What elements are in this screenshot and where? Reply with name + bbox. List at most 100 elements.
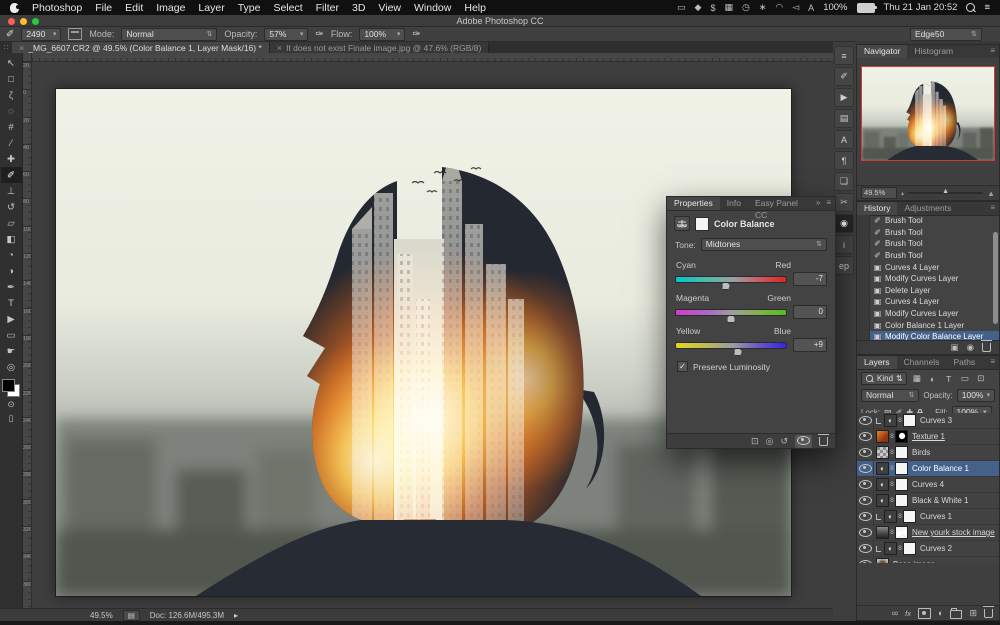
paragraph-panel-button[interactable]: ¶ [834,151,854,170]
layer-visibility-toggle[interactable] [857,493,874,508]
lasso-tool[interactable]: ζ [1,87,22,103]
slider-track[interactable] [675,276,787,283]
menubar-item[interactable]: View [378,2,401,14]
slider-track[interactable] [675,309,787,316]
wifi-icon[interactable]: ◠ [775,2,783,13]
status-tool-icon[interactable]: ▤ [123,610,140,621]
history-source-well[interactable] [857,215,870,227]
notification-center-icon[interactable]: ≡ [984,2,990,13]
layer-row[interactable]: 8 Curves 3 [857,413,999,429]
vertical-ruler[interactable]: 2002040608010012014016018020022024026028… [23,62,32,608]
layer-filter-select[interactable]: Kind ⇅ [861,372,907,385]
view-previous-state-icon[interactable]: ◎ [766,436,774,447]
layer-row[interactable]: 8 Texture 1 [857,429,999,445]
type-tool[interactable]: T [1,295,22,311]
slider-thumb[interactable] [721,282,730,290]
layer-row[interactable]: 8 Curves 4 [857,477,999,493]
slider-value[interactable]: +9 [793,338,827,352]
layer-row[interactable]: 8 New yourk stock image [857,525,999,541]
input-source-icon[interactable]: A [808,3,814,13]
layer-mask-thumbnail[interactable] [895,494,908,507]
panel-tab[interactable]: Paths [946,356,982,369]
menubar-item[interactable]: Select [273,2,302,14]
layer-thumbnail[interactable] [876,462,889,475]
history-step[interactable]: Curves 4 Layer [857,296,999,308]
move-tool[interactable]: ↖ [1,55,22,71]
menubar-item[interactable]: Layer [198,2,224,14]
history-source-well[interactable] [857,261,870,273]
gradient-tool[interactable]: ◧ [1,231,22,247]
menubar-item[interactable]: 3D [352,2,365,14]
panel-menu-icon[interactable]: ≡ [826,197,835,210]
layer-mask-thumbnail[interactable] [903,510,916,523]
brush-settings-panel-button[interactable]: ✐ [834,67,854,86]
menubar-clock[interactable]: Thu 21 Jan 20:52 [884,2,958,13]
filter-adjustment-layers-icon[interactable]: ◐ [927,374,939,384]
filter-pixel-layers-icon[interactable]: ▦ [911,373,923,384]
new-snapshot-icon[interactable]: ◉ [967,342,974,353]
layer-mask-thumbnail[interactable] [895,430,908,443]
quick-mask-button[interactable]: ⊙ [1,397,22,411]
libraries-panel-button[interactable]: ◉ [834,214,854,233]
hand-tool[interactable]: ☛ [1,343,22,359]
status-options-arrow[interactable]: ▸ [234,611,238,620]
history-source-well[interactable] [857,296,870,308]
filter-type-layers-icon[interactable]: T [943,374,955,384]
layer-visibility-toggle[interactable] [857,509,874,524]
easy-panel-button[interactable]: ep [834,256,854,275]
layer-visibility-toggle[interactable] [857,413,874,428]
layer-name[interactable]: Curves 4 [912,480,944,489]
panel-menu-icon[interactable]: ≡ [990,202,999,215]
layer-visibility-toggle[interactable] [857,525,874,540]
layer-name[interactable]: Black & White 1 [912,496,968,505]
quick-selection-tool[interactable]: ◌ [1,103,22,119]
layer-mask-thumbnail[interactable] [895,446,908,459]
layer-visibility-toggle[interactable] [857,461,874,476]
layer-opacity-select[interactable]: 100% ▾ [957,389,995,402]
time-machine-icon[interactable]: ◷ [742,2,750,13]
layer-thumbnail[interactable] [884,414,897,427]
properties-panel-button[interactable]: ≡ [834,46,854,65]
color-swatches[interactable] [2,379,20,397]
history-source-well[interactable] [857,250,870,262]
history-step[interactable]: Curves 4 Layer [857,261,999,273]
horizontal-ruler[interactable]: 2002040608010012014016018020022024026028… [32,53,833,62]
history-step[interactable]: Color Balance 1 Layer [857,319,999,331]
history-step[interactable]: Modify Curves Layer [857,308,999,320]
panel-tab[interactable]: Channels [897,356,947,369]
zoom-in-icon[interactable]: ▲ [987,189,995,198]
flow-select[interactable]: 100%▾ [359,28,405,41]
history-source-well[interactable] [857,308,870,320]
panel-tab[interactable]: Layers [857,356,897,369]
delete-state-icon[interactable] [982,343,991,352]
layer-thumbnail[interactable] [876,494,889,507]
info-panel-button[interactable]: i [834,235,854,254]
panel-tab[interactable]: Histogram [907,45,960,58]
layer-visibility-toggle[interactable] [857,477,874,492]
slider-value[interactable]: 0 [793,305,827,319]
menubar-item[interactable]: Type [238,2,261,14]
layer-visibility-toggle[interactable] [857,541,874,556]
layer-row[interactable]: 8 Black & White 1 [857,493,999,509]
panel-tab[interactable]: History [857,202,897,215]
menubar-item[interactable]: File [95,2,112,14]
menubar-item[interactable]: Filter [316,2,339,14]
status-zoom-field[interactable]: 49.5% [90,611,113,620]
spotlight-search-icon[interactable] [966,3,975,12]
panel-menu-icon[interactable]: ≡ [990,356,999,369]
new-document-from-state-icon[interactable]: ▣ [951,342,959,353]
tool-presets-panel-button[interactable]: ✂ [834,193,854,212]
close-tab-icon[interactable]: × [19,43,24,53]
panel-tab[interactable]: Adjustments [897,202,958,215]
layer-visibility-toggle[interactable] [857,445,874,460]
layer-mask-thumbnail[interactable] [903,414,916,427]
layer-thumbnail[interactable] [876,526,889,539]
menubar-item[interactable]: Edit [125,2,143,14]
pen-tool[interactable]: ✒ [1,279,22,295]
layer-name[interactable]: New yourk stock image [912,528,995,537]
airbrush-flow-icon[interactable]: ✑ [412,29,420,40]
delete-adjustment-icon[interactable] [819,437,828,446]
panel-tab[interactable]: Navigator [857,45,907,58]
history-step[interactable]: Brush Tool [857,250,999,262]
character-panel-button[interactable]: A [834,130,854,149]
